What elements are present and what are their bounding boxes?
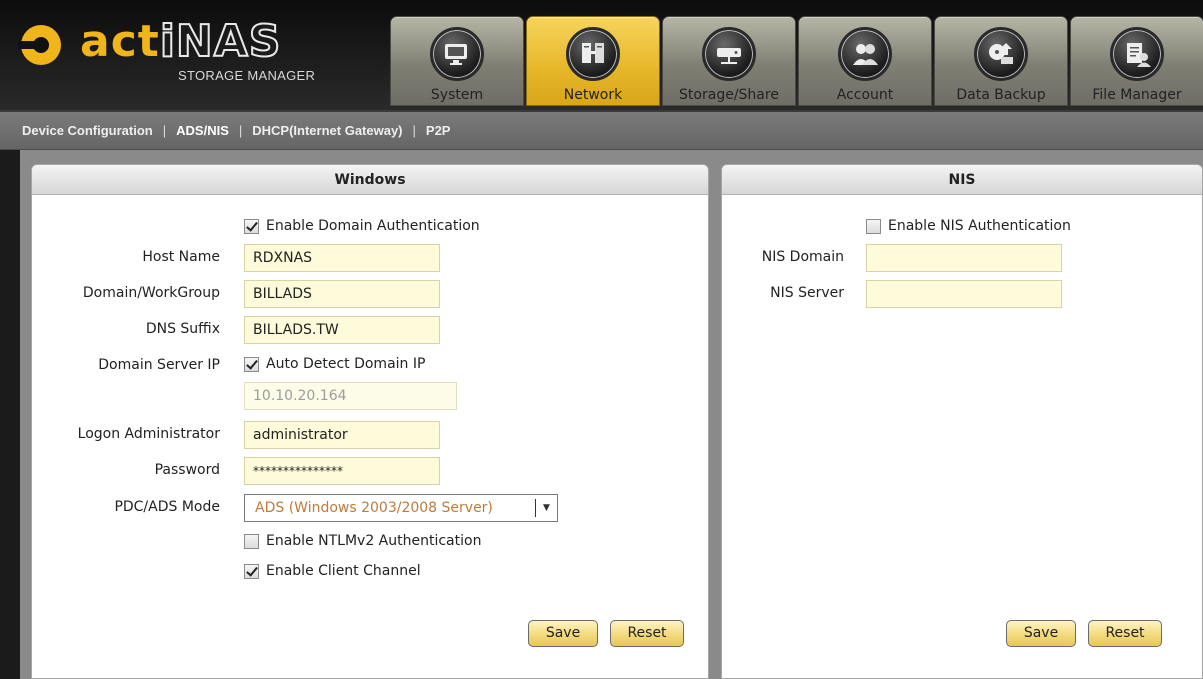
nis-server-label: NIS Server <box>770 285 844 301</box>
main-nav: System Network Storage/Share Account Dat… <box>390 16 1203 108</box>
enable-domain-auth-checkbox[interactable] <box>244 218 259 234</box>
auto-detect-domain-ip-label: Auto Detect Domain IP <box>266 356 426 372</box>
nis-domain-label: NIS Domain <box>761 249 844 265</box>
subnav-separator: | <box>162 123 167 138</box>
enable-nis-auth-label: Enable NIS Authentication <box>888 218 1071 234</box>
sub-nav: Device Configuration | ADS/NIS | DHCP(In… <box>0 112 1203 150</box>
chevron-down-icon: ▼ <box>535 499 557 517</box>
password-label: Password <box>154 462 220 478</box>
logon-admin-input[interactable]: administrator <box>244 421 440 449</box>
enable-domain-auth-label: Enable Domain Authentication <box>266 218 480 234</box>
nav-tab-file-manager[interactable]: File Manager <box>1070 16 1203 106</box>
windows-reset-button[interactable]: Reset <box>610 620 684 647</box>
logo-wordmark: actiNAS <box>80 15 282 68</box>
subnav-separator: | <box>412 123 416 138</box>
app-header: actiNAS STORAGE MANAGER System Network S… <box>0 0 1203 112</box>
password-input[interactable]: *************** <box>244 457 440 485</box>
windows-save-button[interactable]: Save <box>528 620 598 647</box>
windows-panel-title: Windows <box>32 165 708 195</box>
enable-client-channel-row: Enable Client Channel <box>244 563 421 579</box>
monitor-icon <box>430 27 484 81</box>
backup-icon <box>974 27 1028 81</box>
auto-detect-domain-ip-checkbox[interactable] <box>244 356 259 372</box>
nis-panel-title: NIS <box>722 165 1202 195</box>
logo-mark-icon <box>18 25 61 65</box>
enable-domain-auth-row: Enable Domain Authentication <box>244 218 480 234</box>
subnav-separator: | <box>238 123 243 138</box>
nav-tab-data-backup[interactable]: Data Backup <box>934 16 1068 106</box>
pdc-ads-mode-select[interactable]: ADS (Windows 2003/2008 Server) ▼ <box>244 494 558 522</box>
domain-workgroup-input[interactable]: BILLADS <box>244 280 440 308</box>
dns-suffix-label: DNS Suffix <box>145 321 220 337</box>
pdc-ads-mode-label: PDC/ADS Mode <box>114 499 220 515</box>
domain-workgroup-label: Domain/WorkGroup <box>82 285 220 301</box>
enable-nis-auth-row: Enable NIS Authentication <box>866 218 1071 234</box>
nis-server-input[interactable] <box>866 280 1062 308</box>
subnav-dhcp[interactable]: DHCP(Internet Gateway) <box>252 123 402 138</box>
content-area: Windows Enable Domain Authentication Hos… <box>20 150 1203 679</box>
subnav-device-configuration[interactable]: Device Configuration <box>22 123 153 138</box>
domain-server-ip-label: Domain Server IP <box>98 357 220 373</box>
nis-domain-input[interactable] <box>866 244 1062 272</box>
nis-save-button[interactable]: Save <box>1006 620 1076 647</box>
dns-suffix-input[interactable]: BILLADS.TW <box>244 316 440 344</box>
auto-detect-domain-ip-row: Auto Detect Domain IP <box>244 356 425 372</box>
enable-client-channel-label: Enable Client Channel <box>266 563 421 579</box>
subnav-ads-nis[interactable]: ADS/NIS <box>176 123 229 138</box>
nav-tab-network[interactable]: Network <box>526 16 660 106</box>
nis-reset-button[interactable]: Reset <box>1088 620 1162 647</box>
actinas-logo: actiNAS STORAGE MANAGER <box>18 15 318 88</box>
users-icon <box>838 27 892 81</box>
storage-icon <box>702 27 756 81</box>
domain-server-ip-input[interactable]: 10.10.20.164 <box>244 382 457 410</box>
enable-ntlmv2-label: Enable NTLMv2 Authentication <box>266 533 482 549</box>
nav-tab-storage-share[interactable]: Storage/Share <box>662 16 796 106</box>
host-name-input[interactable]: RDXNAS <box>244 244 440 272</box>
enable-nis-auth-checkbox[interactable] <box>866 218 881 234</box>
file-manager-icon <box>1110 27 1164 81</box>
nav-tab-account[interactable]: Account <box>798 16 932 106</box>
nav-tab-system[interactable]: System <box>390 16 524 106</box>
host-name-label: Host Name <box>142 249 220 265</box>
windows-panel: Windows Enable Domain Authentication Hos… <box>31 164 709 679</box>
network-icon <box>566 27 620 81</box>
logo-subtitle: STORAGE MANAGER <box>178 68 316 83</box>
enable-ntlmv2-checkbox[interactable] <box>244 533 259 549</box>
enable-client-channel-checkbox[interactable] <box>244 563 259 579</box>
subnav-p2p[interactable]: P2P <box>426 123 451 138</box>
pdc-ads-mode-value: ADS (Windows 2003/2008 Server) <box>255 500 493 516</box>
logon-admin-label: Logon Administrator <box>77 426 220 442</box>
nis-panel: NIS Enable NIS Authentication NIS Domain… <box>721 164 1203 679</box>
enable-ntlmv2-row: Enable NTLMv2 Authentication <box>244 533 481 549</box>
